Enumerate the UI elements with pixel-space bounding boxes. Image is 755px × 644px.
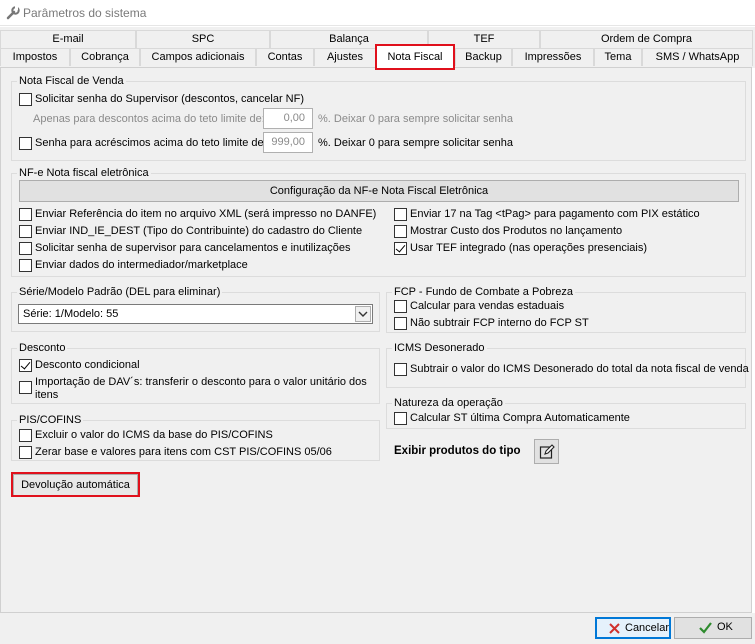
tab-label: SPC — [191, 33, 215, 45]
pis-option-label: Excluir o valor do ICMS da base do PIS/C… — [35, 429, 273, 441]
tab-label: Impostos — [12, 51, 58, 63]
tab-ajustes[interactable]: Ajustes — [314, 48, 376, 66]
tab-label: Tema — [604, 51, 632, 63]
acrescimos-limite-input[interactable]: 999,00 — [263, 132, 313, 153]
senha-supervisor-checkbox[interactable] — [19, 93, 32, 106]
tab-email[interactable]: E-mail — [0, 30, 136, 48]
wrench-icon — [5, 5, 21, 21]
fcp-option-checkbox[interactable] — [394, 300, 407, 313]
nfe-option-label: Mostrar Custo dos Produtos no lançamento — [410, 225, 623, 237]
nfe-option-label: Enviar Referência do item no arquivo XML… — [35, 208, 377, 220]
fcp-option-label: Calcular para vendas estaduais — [410, 300, 565, 312]
tab-label: Contas — [267, 51, 303, 63]
nfe-option-label: Solicitar senha de supervisor para cance… — [35, 242, 351, 254]
tab-label: Campos adicionais — [151, 51, 245, 63]
tab-label: Impressões — [524, 51, 582, 63]
desconto-condicional-checkbox[interactable] — [19, 359, 32, 372]
tab-spc[interactable]: SPC — [136, 30, 270, 48]
ok-label: OK — [717, 621, 733, 633]
exibir-produtos-label: Exibir produtos do tipo — [394, 445, 521, 457]
ok-button[interactable]: OK — [674, 617, 752, 639]
cancel-button[interactable]: Cancelar — [595, 617, 671, 639]
group-legend: Nota Fiscal de Venda — [17, 75, 126, 87]
nfe-option-label: Enviar 17 na Tag <tPag> para pagamento c… — [410, 208, 700, 220]
tab-label: TEF — [473, 33, 495, 45]
acrescimos-checkbox[interactable] — [19, 137, 32, 150]
desconto-option-label: Importação de DAV´s: transferir o descon… — [35, 376, 367, 388]
group-legend: Desconto — [17, 342, 68, 354]
tab-label: Ordem de Compra — [600, 33, 693, 45]
group-legend: FCP - Fundo de Combate a Pobreza — [392, 286, 575, 298]
nfe-option-checkbox[interactable] — [394, 225, 407, 238]
fcp-option-label: Não subtrair FCP interno do FCP ST — [410, 317, 589, 329]
group-legend: NF-e Nota fiscal eletrônica — [17, 167, 151, 179]
calcular-st-label: Calcular ST última Compra Automaticament… — [410, 412, 630, 424]
cancel-label: Cancelar — [625, 622, 670, 634]
fcp-option-checkbox[interactable] — [394, 317, 407, 330]
nfe-option-checkbox[interactable] — [19, 242, 32, 255]
nfe-option-checkbox[interactable] — [19, 259, 32, 272]
nfe-option-label: Enviar IND_IE_DEST (Tipo do Contribuinte… — [35, 225, 363, 237]
nfe-option-label: Enviar dados do intermediador/marketplac… — [35, 259, 248, 271]
check-icon — [699, 622, 712, 637]
title-bar: Parâmetros do sistema — [0, 0, 755, 26]
nfe-option-label: Usar TEF integrado (nas operações presen… — [410, 242, 648, 254]
tab-backup[interactable]: Backup — [455, 48, 512, 66]
tab-label: Cobrança — [81, 51, 129, 63]
icms-desonerado-checkbox[interactable] — [394, 363, 407, 376]
apenas-suffix: %. Deixar 0 para sempre solicitar senha — [318, 113, 514, 125]
tab-contas[interactable]: Contas — [256, 48, 314, 66]
usar-tef-checkbox[interactable] — [394, 242, 407, 255]
acrescimos-label: Senha para acréscimos acima do teto limi… — [35, 137, 267, 149]
icms-desonerado-label: Subtrair o valor do ICMS Desonerado do t… — [410, 363, 749, 375]
tab-impostos[interactable]: Impostos — [0, 48, 70, 66]
tab-label: SMS / WhatsApp — [655, 51, 740, 63]
pis-option-label: Zerar base e valores para itens com CST … — [35, 446, 332, 458]
desconto-option-label: Desconto condicional — [35, 359, 140, 371]
config-nfe-button[interactable]: Configuração da NF-e Nota Fiscal Eletrôn… — [19, 180, 739, 202]
tab-label: E-mail — [52, 33, 84, 45]
group-legend: PIS/COFINS — [17, 414, 84, 426]
tab-tema[interactable]: Tema — [594, 48, 642, 66]
tab-label: Backup — [465, 51, 502, 63]
tab-cobranca[interactable]: Cobrança — [70, 48, 140, 66]
group-legend: Série/Modelo Padrão (DEL para eliminar) — [17, 286, 223, 298]
serie-selected-value: Série: 1/Modelo: 55 — [23, 308, 119, 320]
importacao-dav-checkbox[interactable] — [19, 381, 32, 394]
chevron-down-icon[interactable] — [355, 306, 371, 322]
serie-select[interactable]: Série: 1/Modelo: 55 — [18, 304, 373, 324]
edit-icon — [539, 444, 555, 463]
group-legend: Natureza da operação — [392, 397, 505, 409]
window-title: Parâmetros do sistema — [23, 6, 147, 20]
acrescimos-suffix: %. Deixar 0 para sempre solicitar senha — [318, 137, 514, 149]
nfe-option-checkbox[interactable] — [19, 225, 32, 238]
tab-campos-adicionais[interactable]: Campos adicionais — [140, 48, 256, 66]
calcular-st-checkbox[interactable] — [394, 412, 407, 425]
apenas-descontos-label: Apenas para descontos acima do teto limi… — [33, 113, 265, 125]
tab-ordem-compra[interactable]: Ordem de Compra — [540, 30, 753, 48]
tab-nota-fiscal[interactable]: Nota Fiscal — [375, 44, 455, 70]
nfe-option-checkbox[interactable] — [394, 208, 407, 221]
group-legend: ICMS Desonerado — [392, 342, 487, 354]
exibir-produtos-button[interactable] — [534, 439, 559, 464]
senha-supervisor-label: Solicitar senha do Supervisor (descontos… — [35, 93, 305, 105]
nfe-option-checkbox[interactable] — [19, 208, 32, 221]
close-icon — [609, 623, 620, 637]
tab-sms-whatsapp[interactable]: SMS / WhatsApp — [642, 48, 753, 66]
pis-option-checkbox[interactable] — [19, 446, 32, 459]
highlight-box — [11, 472, 140, 497]
desconto-limite-input[interactable]: 0,00 — [263, 108, 313, 129]
tab-impressoes[interactable]: Impressões — [512, 48, 594, 66]
tab-label: Balança — [329, 33, 369, 45]
pis-option-checkbox[interactable] — [19, 429, 32, 442]
tab-label: Nota Fiscal — [387, 51, 443, 63]
tab-label: Ajustes — [326, 51, 364, 63]
desconto-option-label-cont: itens — [35, 389, 59, 401]
